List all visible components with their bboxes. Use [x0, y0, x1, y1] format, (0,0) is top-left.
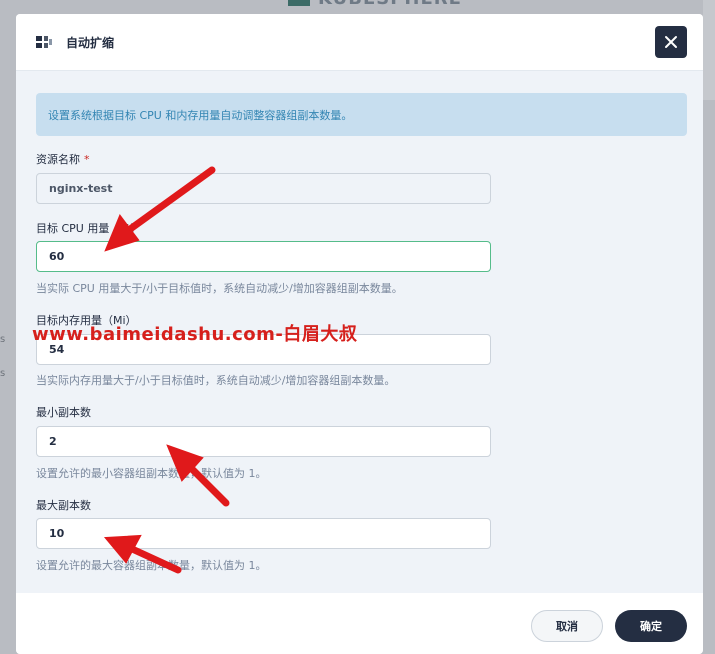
field-label-max-replicas: 最大副本数: [36, 499, 91, 512]
min-replicas-hint: 设置允许的最小容器组副本数量，默认值为 1。: [36, 467, 267, 480]
field-label-target-cpu: 目标 CPU 用量（%）: [36, 222, 142, 235]
background-logo: KUBESPHERE: [288, 0, 462, 9]
autoscale-icon: [36, 36, 52, 48]
target-cpu-input[interactable]: 60: [36, 241, 491, 272]
field-label-resource-name: 资源名称 *: [36, 153, 90, 166]
cancel-button[interactable]: 取消: [531, 610, 603, 642]
target-memory-hint: 当实际内存用量大于/小于目标值时，系统自动减少/增加容器组副本数量。: [36, 374, 396, 387]
dialog-body: 设置系统根据目标 CPU 和内存用量自动调整容器组副本数量。 资源名称 * ngi…: [16, 71, 703, 593]
background-panel: [703, 0, 715, 100]
max-replicas-hint: 设置允许的最大容器组副本数量，默认值为 1。: [36, 559, 267, 572]
field-label-min-replicas: 最小副本数: [36, 406, 91, 419]
watermark-text: www.baimeidashu.com-白眉大叔: [32, 324, 358, 345]
dialog-header: 自动扩缩: [16, 14, 703, 71]
required-mark: *: [84, 153, 90, 166]
background-side-text: s: [0, 334, 6, 345]
info-notice: 设置系统根据目标 CPU 和内存用量自动调整容器组副本数量。: [36, 93, 687, 136]
background-side-text: s: [0, 368, 6, 379]
max-replicas-input[interactable]: 10: [36, 518, 491, 549]
close-button[interactable]: [655, 26, 687, 58]
confirm-button[interactable]: 确定: [615, 610, 687, 642]
dialog-footer: 取消 确定: [16, 593, 703, 654]
target-cpu-hint: 当实际 CPU 用量大于/小于目标值时，系统自动减少/增加容器组副本数量。: [36, 282, 403, 295]
autoscale-dialog: 自动扩缩 设置系统根据目标 CPU 和内存用量自动调整容器组副本数量。 资源名称…: [16, 14, 703, 654]
resource-name-input[interactable]: nginx-test: [36, 173, 491, 204]
min-replicas-input[interactable]: 2: [36, 426, 491, 457]
kubesphere-logo-icon: [288, 0, 310, 6]
dialog-title: 自动扩缩: [66, 35, 115, 50]
close-icon: [665, 36, 677, 48]
